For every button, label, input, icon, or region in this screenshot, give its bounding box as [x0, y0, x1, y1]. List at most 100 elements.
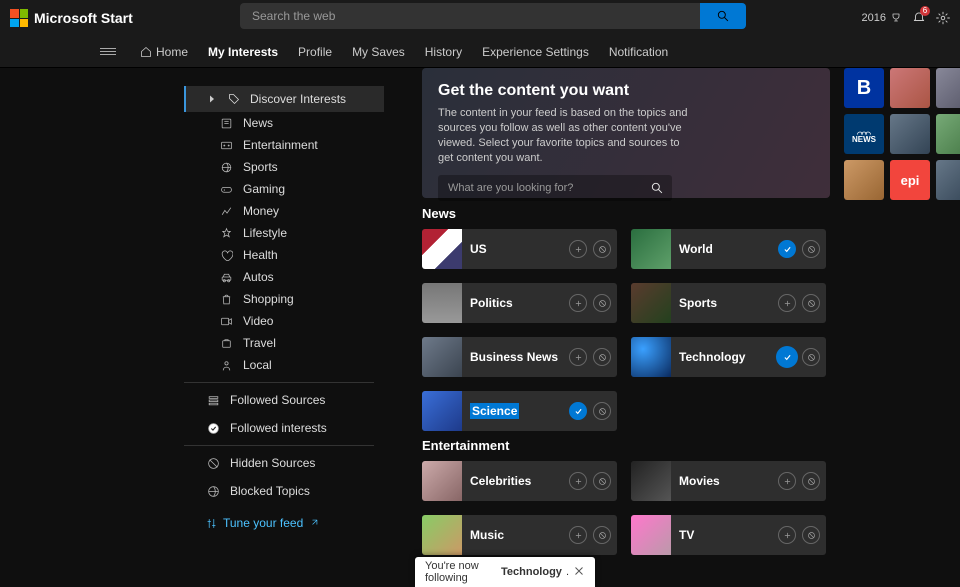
follow-button[interactable] [778, 240, 796, 258]
sidebar-cat-autos[interactable]: Autos [184, 266, 384, 288]
sidebar-cat-sports[interactable]: Sports [184, 156, 384, 178]
topic-card-business-news[interactable]: Business News [422, 337, 617, 377]
source-tile[interactable]: NEWS [844, 114, 884, 154]
block-button[interactable] [593, 294, 611, 312]
topic-card-world[interactable]: World [631, 229, 826, 269]
block-button[interactable] [593, 348, 611, 366]
plus-icon [783, 531, 792, 540]
topic-actions [569, 402, 611, 420]
sports-icon [219, 161, 233, 174]
nav-notification[interactable]: Notification [609, 45, 668, 59]
follow-button[interactable] [569, 472, 587, 490]
source-tile[interactable]: epi [890, 160, 930, 200]
section-title: News [422, 206, 826, 221]
check-icon [574, 407, 583, 416]
source-tile[interactable] [936, 68, 960, 108]
magnifier-icon[interactable] [650, 181, 664, 195]
source-tile[interactable] [890, 68, 930, 108]
follow-button[interactable] [778, 348, 796, 366]
microsoft-logo-icon [10, 9, 28, 27]
toast-close-button[interactable] [573, 565, 585, 580]
external-link-icon [309, 518, 319, 528]
follow-button[interactable] [569, 348, 587, 366]
globe-block-icon [206, 485, 220, 498]
block-icon [598, 531, 607, 540]
nav-experience-settings[interactable]: Experience Settings [482, 45, 589, 59]
nav-my-interests[interactable]: My Interests [208, 45, 278, 59]
sidebar-cat-health[interactable]: Health [184, 244, 384, 266]
source-tile[interactable]: B [844, 68, 884, 108]
topic-card-music[interactable]: Music [422, 515, 617, 555]
topic-actions [569, 294, 611, 312]
hero-body: The content in your feed is based on the… [438, 106, 688, 165]
topic-label: US [470, 242, 487, 256]
hamburger-icon[interactable] [100, 48, 116, 55]
sidebar-cat-video[interactable]: Video [184, 310, 384, 332]
source-tile[interactable] [936, 160, 960, 200]
search-input[interactable] [240, 3, 700, 29]
home-icon [140, 46, 152, 58]
sidebar-discover-interests[interactable]: Discover Interests [184, 86, 384, 112]
block-button[interactable] [593, 402, 611, 420]
block-button[interactable] [593, 472, 611, 490]
follow-button[interactable] [778, 294, 796, 312]
notifications-button[interactable]: 6 [912, 10, 926, 27]
block-button[interactable] [802, 348, 820, 366]
follow-button[interactable] [569, 526, 587, 544]
topic-card-movies[interactable]: Movies [631, 461, 826, 501]
caret-icon [206, 93, 218, 105]
topic-actions [778, 526, 820, 544]
sidebar-followed-interests[interactable]: Followed interests [184, 417, 384, 439]
sidebar-cat-news[interactable]: News [184, 112, 384, 134]
sidebar-cat-lifestyle[interactable]: Lifestyle [184, 222, 384, 244]
sidebar-hidden-sources[interactable]: Hidden Sources [184, 452, 384, 474]
follow-button[interactable] [569, 240, 587, 258]
block-button[interactable] [802, 294, 820, 312]
topic-card-sports[interactable]: Sports [631, 283, 826, 323]
search-button[interactable] [700, 3, 746, 29]
plus-icon [574, 299, 583, 308]
topic-thumb [422, 391, 462, 431]
settings-gear-icon[interactable] [936, 11, 950, 25]
nav-profile[interactable]: Profile [298, 45, 332, 59]
follow-button[interactable] [778, 472, 796, 490]
block-button[interactable] [593, 526, 611, 544]
topic-card-us[interactable]: US [422, 229, 617, 269]
nav-home[interactable]: Home [140, 45, 188, 59]
follow-button[interactable] [569, 402, 587, 420]
source-tile[interactable] [936, 114, 960, 154]
plus-icon [574, 353, 583, 362]
sidebar-cat-shopping[interactable]: Shopping [184, 288, 384, 310]
topic-actions [778, 472, 820, 490]
topic-card-tv[interactable]: TV [631, 515, 826, 555]
block-button[interactable] [802, 240, 820, 258]
nav-history[interactable]: History [425, 45, 462, 59]
block-icon [598, 477, 607, 486]
block-button[interactable] [802, 472, 820, 490]
sidebar-cat-travel[interactable]: Travel [184, 332, 384, 354]
topic-card-politics[interactable]: Politics [422, 283, 617, 323]
block-button[interactable] [802, 526, 820, 544]
toast-suffix: . [566, 566, 569, 578]
source-tile[interactable] [890, 114, 930, 154]
topic-label: TV [679, 528, 694, 542]
follow-button[interactable] [569, 294, 587, 312]
sidebar-cat-money[interactable]: Money [184, 200, 384, 222]
follow-button[interactable] [778, 526, 796, 544]
brand-text: Microsoft Start [34, 10, 133, 26]
rewards-points[interactable]: 2016 [862, 12, 902, 24]
sidebar-blocked-topics[interactable]: Blocked Topics [184, 480, 384, 502]
topic-card-celebrities[interactable]: Celebrities [422, 461, 617, 501]
block-button[interactable] [593, 240, 611, 258]
nav-my-saves[interactable]: My Saves [352, 45, 405, 59]
tune-your-feed-link[interactable]: Tune your feed [184, 516, 384, 530]
sidebar-cat-entertainment[interactable]: Entertainment [184, 134, 384, 156]
sidebar-followed-sources[interactable]: Followed Sources [184, 389, 384, 411]
sidebar-cat-local[interactable]: Local [184, 354, 384, 376]
topic-card-technology[interactable]: Technology [631, 337, 826, 377]
sidebar-cat-gaming[interactable]: Gaming [184, 178, 384, 200]
topic-card-science[interactable]: Science [422, 391, 617, 431]
brand-block[interactable]: Microsoft Start [10, 9, 133, 27]
hero-search-input[interactable] [438, 182, 650, 194]
source-tile[interactable] [844, 160, 884, 200]
